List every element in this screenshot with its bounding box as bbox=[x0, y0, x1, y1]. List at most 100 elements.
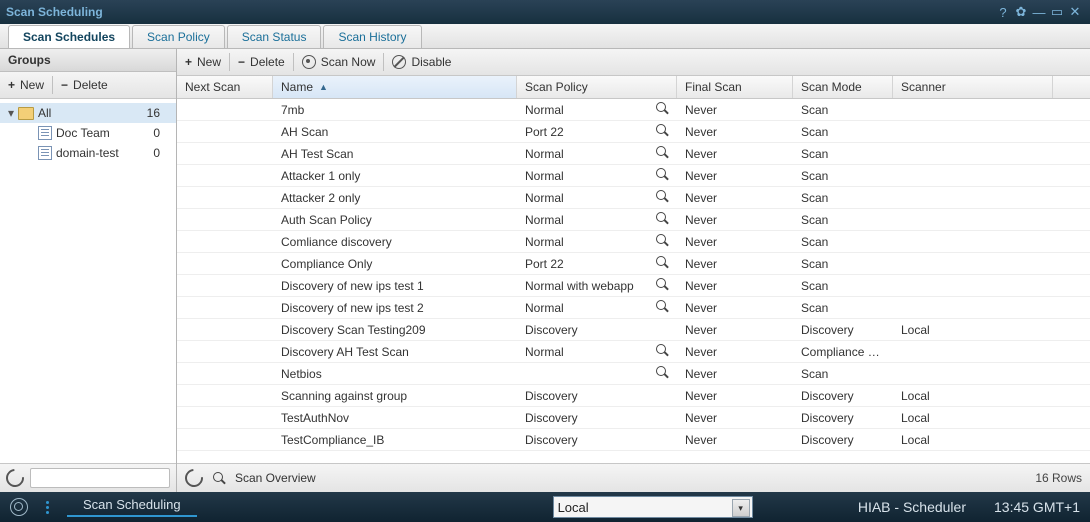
table-row[interactable]: Discovery of new ips test 1Normal with w… bbox=[177, 275, 1090, 297]
scan-overview-link[interactable]: Scan Overview bbox=[235, 471, 316, 485]
groups-delete-button[interactable]: −Delete bbox=[53, 72, 116, 98]
magnifier-icon bbox=[656, 256, 668, 268]
tree-root-all[interactable]: ▾ All 16 bbox=[0, 103, 176, 123]
cell-policy-lookup[interactable] bbox=[647, 212, 677, 227]
cell-name: Discovery AH Test Scan bbox=[273, 345, 517, 359]
tree-item-label: domain-test bbox=[56, 146, 119, 160]
table-row[interactable]: AH Test ScanNormalNeverScan bbox=[177, 143, 1090, 165]
cell-policy-lookup[interactable] bbox=[647, 168, 677, 183]
col-scanner[interactable]: Scanner bbox=[893, 76, 1053, 98]
cell-name: 7mb bbox=[273, 103, 517, 117]
cell-scan-mode: Scan bbox=[793, 191, 893, 205]
table-row[interactable]: Scanning against groupDiscoveryNeverDisc… bbox=[177, 385, 1090, 407]
cell-policy-lookup[interactable] bbox=[647, 124, 677, 139]
cell-name: Discovery Scan Testing209 bbox=[273, 323, 517, 337]
cell-scan-policy: Normal bbox=[517, 235, 647, 249]
tab-scan-history[interactable]: Scan History bbox=[323, 25, 421, 48]
table-row[interactable]: TestAuthNovDiscoveryNeverDiscoveryLocal bbox=[177, 407, 1090, 429]
minimize-icon[interactable]: — bbox=[1030, 3, 1048, 21]
table-row[interactable]: Discovery of new ips test 2NormalNeverSc… bbox=[177, 297, 1090, 319]
scanner-select[interactable]: Local ▾ bbox=[553, 496, 753, 518]
cell-scan-policy: Normal bbox=[517, 147, 647, 161]
table-row[interactable]: Compliance OnlyPort 22NeverScan bbox=[177, 253, 1090, 275]
table-row[interactable]: Discovery Scan Testing209DiscoveryNeverD… bbox=[177, 319, 1090, 341]
cell-policy-lookup[interactable] bbox=[647, 146, 677, 161]
table-row[interactable]: Attacker 1 onlyNormalNeverScan bbox=[177, 165, 1090, 187]
schedules-footer: Scan Overview 16 Rows bbox=[177, 463, 1090, 492]
status-target-icon[interactable] bbox=[10, 498, 28, 516]
table-row[interactable]: 7mbNormalNeverScan bbox=[177, 99, 1090, 121]
tree-root-count: 16 bbox=[147, 106, 170, 120]
cell-policy-lookup[interactable] bbox=[647, 102, 677, 117]
table-row[interactable]: Comliance discoveryNormalNeverScan bbox=[177, 231, 1090, 253]
col-final-scan[interactable]: Final Scan bbox=[677, 76, 793, 98]
cell-final-scan: Never bbox=[677, 279, 793, 293]
close-icon[interactable]: ✕ bbox=[1066, 3, 1084, 21]
settings-gear-icon[interactable]: ✿ bbox=[1012, 3, 1030, 21]
help-icon[interactable]: ? bbox=[994, 3, 1012, 21]
scan-now-button[interactable]: Scan Now bbox=[294, 49, 384, 75]
col-name[interactable]: Name▲ bbox=[273, 76, 517, 98]
col-spacer bbox=[1053, 76, 1090, 98]
cell-policy-lookup[interactable] bbox=[647, 190, 677, 205]
cell-scanner: Local bbox=[893, 433, 1053, 447]
groups-filter-input[interactable] bbox=[30, 468, 170, 488]
schedules-table-body[interactable]: 7mbNormalNeverScanAH ScanPort 22NeverSca… bbox=[177, 99, 1090, 463]
cell-scan-policy: Normal bbox=[517, 191, 647, 205]
cell-policy-lookup[interactable] bbox=[647, 256, 677, 271]
cell-policy-lookup[interactable] bbox=[647, 366, 677, 381]
cell-scan-policy: Normal bbox=[517, 169, 647, 183]
magnifier-icon bbox=[656, 234, 668, 246]
refresh-icon[interactable] bbox=[2, 465, 27, 490]
tree-item[interactable]: domain-test0 bbox=[0, 143, 176, 163]
cell-name: TestAuthNov bbox=[273, 411, 517, 425]
cell-name: Attacker 2 only bbox=[273, 191, 517, 205]
cell-scan-mode: Scan bbox=[793, 301, 893, 315]
col-scan-policy[interactable]: Scan Policy bbox=[517, 76, 677, 98]
groups-header: Groups bbox=[0, 49, 176, 72]
status-menu-icon[interactable] bbox=[46, 501, 49, 514]
table-row[interactable]: Discovery AH Test ScanNormalNeverComplia… bbox=[177, 341, 1090, 363]
cell-name: Scanning against group bbox=[273, 389, 517, 403]
cell-policy-lookup[interactable] bbox=[647, 344, 677, 359]
groups-new-button[interactable]: +New bbox=[0, 72, 52, 98]
refresh-icon[interactable] bbox=[181, 465, 206, 490]
new-schedule-button[interactable]: +New bbox=[177, 49, 229, 75]
table-row[interactable]: TestCompliance_IBDiscoveryNeverDiscovery… bbox=[177, 429, 1090, 451]
delete-schedule-button[interactable]: −Delete bbox=[230, 49, 293, 75]
col-next-scan[interactable]: Next Scan bbox=[177, 76, 273, 98]
magnifier-icon bbox=[656, 102, 668, 114]
table-row[interactable]: Auth Scan PolicyNormalNeverScan bbox=[177, 209, 1090, 231]
tree-item[interactable]: Doc Team0 bbox=[0, 123, 176, 143]
cell-policy-lookup[interactable] bbox=[647, 278, 677, 293]
table-row[interactable]: AH ScanPort 22NeverScan bbox=[177, 121, 1090, 143]
cell-scanner: Local bbox=[893, 411, 1053, 425]
tab-scan-status[interactable]: Scan Status bbox=[227, 25, 322, 48]
maximize-icon[interactable]: ▭ bbox=[1048, 3, 1066, 21]
status-task[interactable]: Scan Scheduling bbox=[67, 497, 197, 517]
cell-final-scan: Never bbox=[677, 411, 793, 425]
window-title: Scan Scheduling bbox=[6, 5, 103, 19]
cell-scan-policy: Port 22 bbox=[517, 257, 647, 271]
delete-schedule-label: Delete bbox=[250, 55, 285, 69]
cell-final-scan: Never bbox=[677, 191, 793, 205]
search-icon[interactable] bbox=[213, 472, 225, 484]
tab-scan-policy[interactable]: Scan Policy bbox=[132, 25, 225, 48]
cell-scan-mode: Scan bbox=[793, 125, 893, 139]
cell-name: Attacker 1 only bbox=[273, 169, 517, 183]
cell-policy-lookup[interactable] bbox=[647, 234, 677, 249]
cell-final-scan: Never bbox=[677, 169, 793, 183]
cell-scan-policy: Normal bbox=[517, 103, 647, 117]
disable-button[interactable]: Disable bbox=[384, 49, 459, 75]
cell-scan-policy: Discovery bbox=[517, 323, 647, 337]
cell-policy-lookup[interactable] bbox=[647, 300, 677, 315]
table-row[interactable]: NetbiosNeverScan bbox=[177, 363, 1090, 385]
tree-item-count: 0 bbox=[153, 126, 170, 140]
col-scan-mode[interactable]: Scan Mode bbox=[793, 76, 893, 98]
cell-scan-mode: Scan bbox=[793, 257, 893, 271]
cell-name: Comliance discovery bbox=[273, 235, 517, 249]
table-row[interactable]: Attacker 2 onlyNormal NeverScan bbox=[177, 187, 1090, 209]
tab-scan-schedules[interactable]: Scan Schedules bbox=[8, 25, 130, 48]
collapse-icon[interactable]: ▾ bbox=[6, 106, 16, 120]
cell-name: Netbios bbox=[273, 367, 517, 381]
